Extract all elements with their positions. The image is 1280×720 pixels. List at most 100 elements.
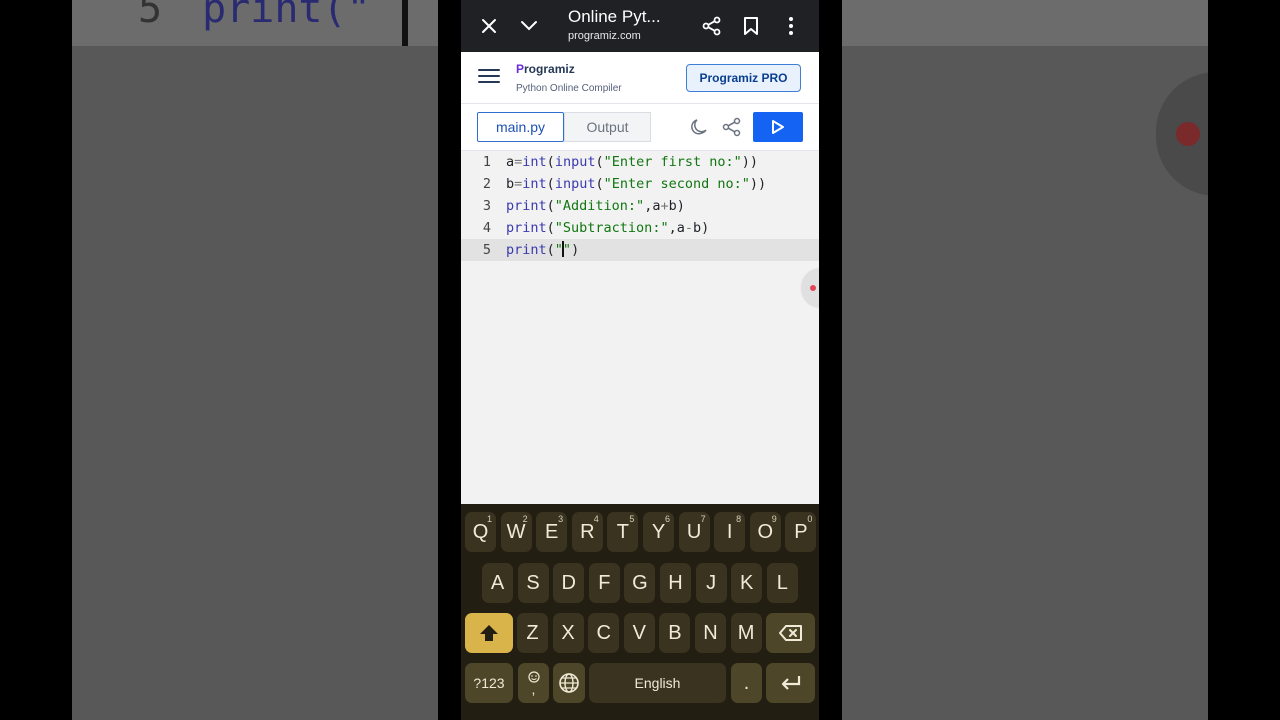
enter-key[interactable]	[766, 663, 815, 703]
backspace-icon	[778, 625, 802, 641]
code-line[interactable]: 3 print("Addition:",a+b)	[461, 195, 819, 217]
code-line[interactable]: 5 print("")	[461, 239, 819, 261]
code-text: print("Subtraction:",a-b)	[506, 217, 709, 239]
key-o[interactable]: O9	[749, 512, 781, 552]
code-line[interactable]: 2 b=int(input("Enter second no:"))	[461, 173, 819, 195]
key-label: O	[757, 520, 774, 543]
key-e[interactable]: E3	[536, 512, 568, 552]
key-label: P	[794, 520, 808, 543]
key-n[interactable]: N	[695, 613, 726, 653]
programiz-logo[interactable]: Programiz	[516, 62, 575, 76]
key-t[interactable]: T5	[607, 512, 639, 552]
globe-icon	[559, 673, 579, 693]
play-icon	[772, 120, 784, 134]
scroll-handle[interactable]	[802, 269, 819, 307]
key-w[interactable]: W2	[500, 512, 532, 552]
scroll-handle-dot	[810, 285, 816, 291]
tab-output[interactable]: Output	[564, 112, 651, 142]
key-hint: 3	[558, 514, 564, 524]
page-title: Online Pyt...	[568, 7, 661, 26]
run-button[interactable]	[753, 112, 803, 142]
key-s[interactable]: S	[517, 563, 549, 603]
key-label: V	[632, 621, 646, 644]
share-icon[interactable]	[698, 12, 726, 40]
line-number: 2	[482, 176, 491, 192]
key-label: B	[668, 621, 682, 644]
key-q[interactable]: Q1	[465, 512, 496, 552]
key-label: J	[706, 571, 717, 594]
key-label: A	[490, 571, 505, 594]
key-a[interactable]: A	[482, 563, 513, 603]
code-line[interactable]: 1 a=int(input("Enter first no:"))	[461, 151, 819, 173]
code-token: (	[546, 242, 555, 258]
key-h[interactable]: H	[660, 563, 691, 603]
code-token: ))	[749, 176, 767, 192]
key-label: T	[616, 520, 629, 543]
key-f[interactable]: F	[588, 563, 620, 603]
key-y[interactable]: Y6	[643, 512, 674, 552]
code-token: print	[506, 242, 547, 258]
dark-mode-icon[interactable]	[689, 117, 709, 137]
close-icon[interactable]	[475, 12, 503, 40]
line-number: 1	[482, 154, 491, 170]
key-label: F	[598, 571, 611, 594]
key-g[interactable]: G	[624, 563, 656, 603]
key-m[interactable]: M	[730, 613, 762, 653]
browser-custom-tab-bar: Online Pyt... programiz.com	[461, 0, 819, 52]
more-vert-icon[interactable]	[777, 12, 805, 40]
key-label: .	[743, 671, 750, 694]
code-token: int	[522, 154, 547, 170]
key-j[interactable]: J	[695, 563, 727, 603]
key-hint: 4	[593, 514, 599, 524]
key-p[interactable]: P0	[785, 512, 817, 552]
code-token: "Enter first no:"	[603, 154, 742, 170]
key-z[interactable]: Z	[517, 613, 548, 653]
key-v[interactable]: V	[623, 613, 655, 653]
key-label: Z	[526, 621, 539, 644]
code-token: print	[506, 198, 547, 214]
line-number: 4	[482, 220, 491, 236]
background-left-panel: 5 print("	[72, 0, 438, 720]
background-code-text: 5 print("	[138, 0, 371, 32]
key-hint: 2	[522, 514, 528, 524]
tab-main-py[interactable]: main.py	[477, 112, 564, 142]
key-b[interactable]: B	[659, 613, 691, 653]
key-i[interactable]: I8	[714, 512, 746, 552]
key-label: N	[703, 621, 718, 644]
code-token: (	[546, 220, 555, 236]
backspace-key[interactable]	[766, 613, 815, 653]
key-u[interactable]: U7	[678, 512, 710, 552]
programiz-pro-button[interactable]: Programiz PRO	[686, 64, 801, 92]
key-label: I	[726, 520, 733, 543]
period-key[interactable]: .	[731, 663, 762, 703]
share-code-icon[interactable]	[722, 117, 742, 137]
key-c[interactable]: C	[588, 613, 620, 653]
app-subtitle: Python Online Compiler	[516, 83, 622, 94]
emoji-comma-key[interactable]: ,	[518, 663, 549, 703]
menu-icon[interactable]	[478, 69, 500, 85]
key-label: H	[668, 571, 683, 594]
language-key[interactable]	[553, 663, 585, 703]
background-cursor	[402, 0, 408, 46]
key-d[interactable]: D	[553, 563, 585, 603]
code-line[interactable]: 4 print("Subtraction:",a-b)	[461, 217, 819, 239]
code-token: (	[546, 176, 555, 192]
key-k[interactable]: K	[731, 563, 763, 603]
code-token: int	[522, 176, 547, 192]
line-number: 3	[482, 198, 491, 214]
key-r[interactable]: R4	[571, 512, 603, 552]
shift-key[interactable]	[465, 613, 513, 653]
background-top-strip	[842, 0, 1208, 46]
symbols-key[interactable]: ?123	[465, 663, 513, 703]
key-label: L	[776, 571, 788, 594]
key-label: Q	[472, 520, 489, 543]
code-token: a	[506, 154, 515, 170]
key-label: C	[596, 621, 611, 644]
key-l[interactable]: L	[766, 563, 798, 603]
space-key[interactable]: English	[589, 663, 726, 703]
chevron-down-icon[interactable]	[515, 12, 543, 40]
code-token: ))	[741, 154, 759, 170]
key-x[interactable]: X	[552, 613, 584, 653]
code-editor[interactable]: 5 print("") 4 print("Subtraction:",a-b) 3 pri…	[461, 151, 819, 504]
bookmark-icon[interactable]	[737, 12, 765, 40]
